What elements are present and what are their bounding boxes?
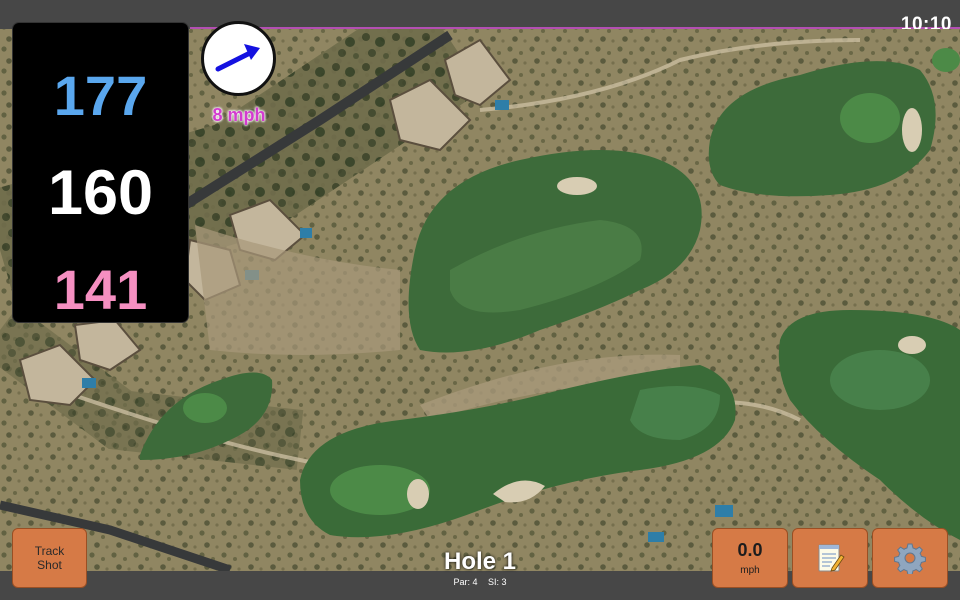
wind-speed-value: 0.0 (737, 540, 763, 560)
notes-button[interactable] (792, 528, 868, 588)
wind-speed-label: 8 mph (212, 105, 266, 125)
notepad-icon (818, 544, 845, 572)
hole-par: Par: 4 (453, 577, 478, 587)
front-distance: 141 (53, 258, 148, 321)
track-shot-label-line1: Track (34, 544, 65, 558)
track-shot-button[interactable]: Track Shot (12, 528, 87, 588)
distance-panel[interactable]: 177 160 141 (12, 22, 189, 323)
hole-info: Par: 4 SI: 3 (380, 577, 580, 587)
wind-direction-dial (201, 21, 276, 96)
track-shot-label-line2: Shot (37, 558, 62, 572)
hole-stroke-index: SI: 3 (488, 577, 507, 587)
wind-speed-unit: mph (740, 565, 760, 576)
wind-speed-button[interactable]: 0.0 mph (712, 528, 788, 588)
hole-title: Hole 1 (443, 548, 517, 575)
gear-icon (894, 543, 926, 574)
middle-distance: 160 (47, 158, 154, 228)
arrow-icon (215, 44, 260, 72)
settings-button[interactable] (872, 528, 948, 588)
back-distance: 177 (53, 64, 148, 127)
